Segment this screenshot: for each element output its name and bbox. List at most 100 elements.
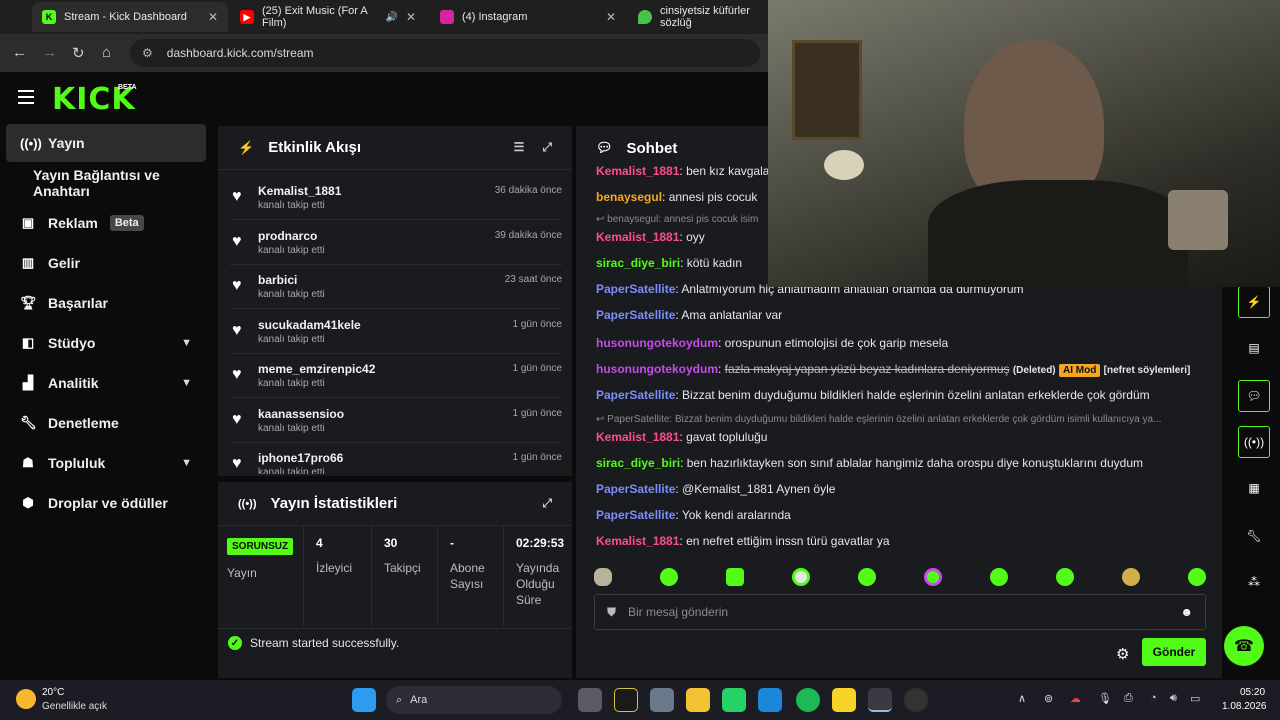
event-username[interactable]: barbici [258, 273, 297, 287]
edge-icon[interactable] [758, 688, 782, 712]
app-icon[interactable] [614, 688, 638, 712]
chat-username[interactable]: benaysegul [596, 190, 662, 204]
chat-username[interactable]: husonungotekoydum [596, 362, 718, 376]
emote[interactable] [1188, 568, 1206, 586]
sticky-notes-icon[interactable] [832, 688, 856, 712]
support-headset-icon[interactable]: ☎ [1224, 626, 1264, 666]
task-view-icon[interactable] [578, 688, 602, 712]
rail-share-icon[interactable]: ⁂ [1238, 566, 1270, 598]
chat-username[interactable]: Kemalist_1881 [596, 430, 679, 444]
sidebar-item-stream-key[interactable]: Yayın Bağlantısı ve Anahtarı [6, 164, 214, 202]
sidebar-item-analitik[interactable]: ▟ Analitik ▼ [6, 364, 206, 402]
activity-event[interactable]: ♥ prodnarco kanalı takip etti 39 dakika önc… [230, 221, 562, 265]
tray-icon[interactable]: ⊚ [1044, 692, 1053, 705]
windows-start-icon[interactable] [352, 688, 376, 712]
url-input[interactable]: ⚙ dashboard.kick.com/stream [130, 39, 760, 67]
sidebar-item-studyo[interactable]: ◧ Stüdyo ▼ [6, 324, 206, 362]
chat-username[interactable]: Kemalist_1881 [596, 534, 679, 548]
event-username[interactable]: Kemalist_1881 [258, 184, 341, 198]
emote[interactable] [1122, 568, 1140, 586]
volume-icon[interactable]: 🔊︎ [1170, 692, 1177, 705]
close-icon[interactable]: ✕ [406, 10, 416, 24]
chat-username[interactable]: husonungotekoydum [596, 336, 718, 350]
popout-icon[interactable]: ⤢ [542, 140, 552, 155]
back-icon[interactable]: ← [12, 44, 27, 61]
clock-time[interactable]: 05:20 [1240, 687, 1265, 698]
emoji-icon[interactable]: ☻ [1180, 605, 1193, 619]
rail-wrench-icon[interactable]: 🔧︎ [1238, 520, 1270, 552]
tray-icon[interactable]: ☁ [1070, 692, 1081, 705]
chrome-icon[interactable] [868, 688, 892, 712]
sidebar-item-droplar[interactable]: ⬢ Droplar ve ödüller [6, 484, 206, 522]
sidebar-item-reklam[interactable]: ▣ Reklam Beta [6, 204, 206, 242]
chevron-up-icon[interactable]: ∧ [1018, 692, 1026, 705]
activity-event[interactable]: ♥ kaanassensioo kanalı takip etti 1 gün önc… [230, 399, 562, 443]
chat-username[interactable]: sirac_diye_biri [596, 456, 680, 470]
sidebar-item-denetleme[interactable]: 🔧︎ Denetleme [6, 404, 206, 442]
event-username[interactable]: sucukadam41kele [258, 318, 361, 332]
obs-icon[interactable] [904, 688, 928, 712]
chat-username[interactable]: PaperSatellite [596, 508, 675, 522]
activity-event[interactable]: ♥ iphone17pro66 kanalı takip etti 1 gün önc… [230, 443, 562, 474]
emote[interactable] [990, 568, 1008, 586]
activity-event[interactable]: ♥ sucukadam41kele kanalı takip etti 1 gün ö… [230, 310, 562, 354]
sidebar-item-topluluk[interactable]: ☗ Topluluk ▼ [6, 444, 206, 482]
event-username[interactable]: meme_emzirenpic42 [258, 362, 375, 376]
emote[interactable] [792, 568, 810, 586]
chat-input[interactable]: ⛊ Bir mesaj gönderin ☻ [594, 594, 1206, 630]
weather-desc[interactable]: Genellikle açık [42, 701, 107, 712]
emote[interactable] [594, 568, 612, 586]
home-icon[interactable]: ⌂ [102, 44, 111, 61]
rail-activity-icon[interactable]: ⚡ [1238, 286, 1270, 318]
emote[interactable] [858, 568, 876, 586]
speaker-icon[interactable]: 🔊 [385, 12, 397, 23]
file-explorer-icon[interactable] [686, 688, 710, 712]
tab-sozluk[interactable]: cinsiyetsiz küfürler sözlüğ [628, 2, 768, 32]
taskbar-search[interactable]: ⌕ Ara [386, 686, 562, 714]
sidebar-item-yayin[interactable]: ((•)) Yayın [6, 124, 206, 162]
keyboard-icon[interactable] [650, 688, 674, 712]
chat-username[interactable]: PaperSatellite [596, 282, 675, 296]
weather-temp[interactable]: 20°C [42, 687, 64, 698]
whatsapp-icon[interactable] [722, 688, 746, 712]
spotify-icon[interactable] [796, 688, 820, 712]
chat-username[interactable]: sirac_diye_biri [596, 256, 680, 270]
clock-date[interactable]: 1.08.2026 [1222, 701, 1267, 712]
settings-icon[interactable]: ⚙ [1116, 645, 1129, 663]
rail-broadcast-icon[interactable]: ((•)) [1238, 426, 1270, 458]
emote[interactable] [924, 568, 942, 586]
chat-username[interactable]: PaperSatellite [596, 308, 675, 322]
chat-username[interactable]: PaperSatellite [596, 482, 675, 496]
popout-icon[interactable]: ⤢ [542, 496, 552, 511]
emote[interactable] [660, 568, 678, 586]
microphone-icon[interactable]: 🎙︎ [1098, 692, 1112, 705]
event-username[interactable]: iphone17pro66 [258, 451, 343, 465]
rail-layout-icon[interactable]: ▦ [1238, 472, 1270, 504]
activity-event[interactable]: ♥ meme_emzirenpic42 kanalı takip etti 1 gün… [230, 354, 562, 398]
activity-event[interactable]: ♥ barbici kanalı takip etti 23 saat önce [230, 265, 562, 309]
site-info-icon[interactable]: ⚙ [142, 46, 153, 60]
chat-username[interactable]: PaperSatellite [596, 388, 675, 402]
emote[interactable] [1056, 568, 1074, 586]
menu-icon[interactable] [18, 90, 34, 104]
close-icon[interactable]: ✕ [606, 10, 616, 24]
rail-chat-icon[interactable]: 💬︎ [1238, 380, 1270, 412]
emote[interactable] [726, 568, 744, 586]
tray-icon[interactable]: ⎙ [1124, 692, 1133, 705]
close-icon[interactable]: ✕ [208, 10, 218, 24]
activity-event[interactable]: ♥ Kemalist_1881 kanalı takip etti 36 dakika… [230, 176, 562, 220]
send-button[interactable]: Gönder [1142, 638, 1206, 666]
event-username[interactable]: kaanassensioo [258, 407, 344, 421]
rail-notes-icon[interactable]: ▤ [1238, 332, 1270, 364]
tab-kick-dashboard[interactable]: K Stream - Kick Dashboard ✕ [32, 2, 228, 32]
reload-icon[interactable]: ↻ [72, 44, 85, 62]
sidebar-item-basarilar[interactable]: 🏆︎ Başarılar [6, 284, 206, 322]
chat-username[interactable]: Kemalist_1881 [596, 230, 679, 244]
battery-icon[interactable]: ▭ [1190, 692, 1200, 705]
forward-icon[interactable]: → [42, 44, 57, 61]
chat-username[interactable]: Kemalist_1881 [596, 164, 679, 178]
tab-instagram[interactable]: (4) Instagram ✕ [430, 2, 626, 32]
sidebar-item-gelir[interactable]: ▥ Gelir [6, 244, 206, 282]
filter-icon[interactable]: ☰ [514, 140, 525, 155]
event-username[interactable]: prodnarco [258, 229, 317, 243]
